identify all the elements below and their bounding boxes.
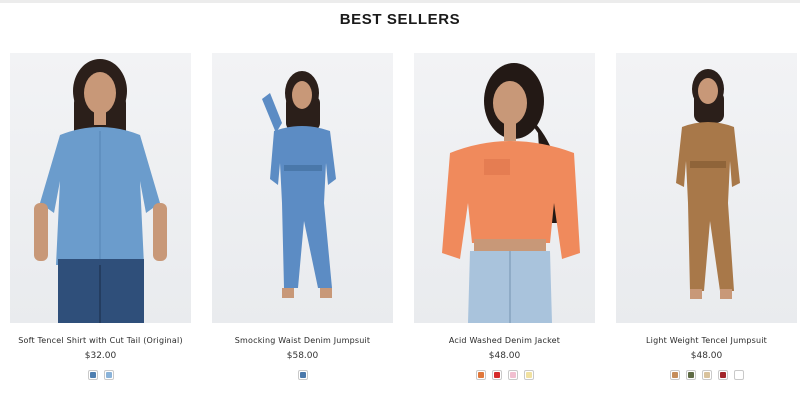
product-name[interactable]: Light Weight Tencel Jumpsuit bbox=[616, 336, 797, 345]
color-swatch[interactable] bbox=[523, 370, 534, 380]
product-name[interactable]: Acid Washed Denim Jacket bbox=[414, 336, 595, 345]
model-photo-jumpsuit bbox=[262, 71, 336, 298]
model-photo-shirt bbox=[34, 59, 167, 323]
product-name[interactable]: Smocking Waist Denim Jumpsuit bbox=[212, 336, 393, 345]
product-price: $48.00 bbox=[690, 351, 723, 361]
color-swatch[interactable] bbox=[103, 370, 114, 380]
color-swatches bbox=[616, 370, 797, 380]
color-swatch[interactable] bbox=[491, 370, 502, 380]
product-card[interactable]: Soft Tencel Shirt with Cut Tail (Origina… bbox=[10, 53, 191, 380]
color-swatch[interactable] bbox=[685, 370, 696, 380]
product-image[interactable] bbox=[212, 53, 393, 323]
product-price: $48.00 bbox=[488, 351, 521, 361]
color-swatches bbox=[10, 370, 191, 380]
product-image[interactable] bbox=[10, 53, 191, 323]
product-image[interactable] bbox=[616, 53, 797, 323]
product-grid: Soft Tencel Shirt with Cut Tail (Origina… bbox=[0, 0, 800, 403]
color-swatch[interactable] bbox=[475, 370, 486, 380]
color-swatch[interactable] bbox=[717, 370, 728, 380]
color-swatch[interactable] bbox=[507, 370, 518, 380]
color-swatch[interactable] bbox=[669, 370, 680, 380]
color-swatches bbox=[212, 370, 393, 380]
product-card[interactable]: Light Weight Tencel Jumpsuit $48.00 bbox=[616, 53, 797, 380]
color-swatch[interactable] bbox=[733, 370, 744, 380]
color-swatch[interactable] bbox=[87, 370, 98, 380]
color-swatches bbox=[414, 370, 595, 380]
model-photo-jacket bbox=[442, 63, 580, 323]
product-card[interactable]: Smocking Waist Denim Jumpsuit $58.00 bbox=[212, 53, 393, 380]
product-price: $58.00 bbox=[286, 351, 319, 361]
color-swatch[interactable] bbox=[701, 370, 712, 380]
model-photo-tencel-jumpsuit bbox=[676, 69, 740, 299]
product-price: $32.00 bbox=[84, 351, 117, 361]
product-card[interactable]: Acid Washed Denim Jacket $48.00 bbox=[414, 53, 595, 380]
product-image[interactable] bbox=[414, 53, 595, 323]
color-swatch[interactable] bbox=[297, 370, 308, 380]
garment bbox=[270, 126, 336, 203]
product-name[interactable]: Soft Tencel Shirt with Cut Tail (Origina… bbox=[10, 336, 191, 345]
